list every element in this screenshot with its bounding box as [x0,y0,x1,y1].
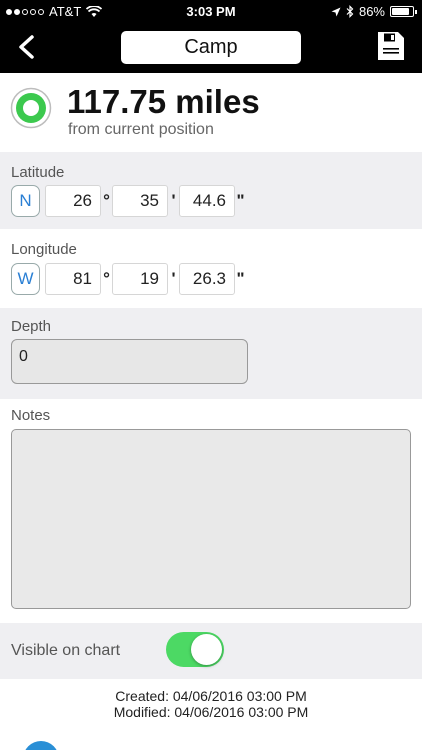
modified-date: Modified: 04/06/2016 03:00 PM [113,704,309,720]
created-date: Created: 04/06/2016 03:00 PM [115,688,307,704]
degree-symbol: ° [103,191,110,210]
visibility-section: Visible on chart [0,623,422,679]
distance-subtitle: from current position [68,121,214,138]
save-icon [378,32,404,60]
dates-info: Created: 04/06/2016 03:00 PM Modified: 0… [0,688,422,720]
latitude-degrees-field[interactable]: 26 [45,185,101,217]
distance-value: 117.75 miles [67,83,260,120]
minute-symbol: ' [171,191,176,210]
minute-symbol: ' [171,269,176,288]
degree-symbol: ° [103,269,110,288]
battery-percent: 86% [358,4,385,19]
latitude-hemisphere-button[interactable]: N [11,185,40,217]
longitude-seconds-field[interactable]: 26.3 [179,263,235,295]
notes-section: Notes [0,399,422,623]
longitude-section: Longitude W 81 ° 19 ' 26.3 " [0,229,422,308]
waypoint-name-field[interactable]: Camp [121,31,301,64]
toggle-knob [191,634,222,665]
back-button[interactable] [12,32,42,62]
visible-on-chart-label: Visible on chart [11,642,121,659]
depth-field[interactable]: 0 [11,339,248,384]
longitude-row: W 81 ° 19 ' 26.3 " [11,263,246,295]
status-right: 86% [331,4,417,19]
second-symbol: " [236,269,245,288]
battery-icon [390,6,417,17]
bluetooth-icon [346,5,354,18]
longitude-hemisphere-button[interactable]: W [11,263,40,295]
longitude-label: Longitude [11,241,77,258]
longitude-degrees-field[interactable]: 81 [45,263,101,295]
save-button[interactable] [377,31,405,61]
latitude-minutes-field[interactable]: 35 [112,185,168,217]
waypoint-target-icon [10,87,52,129]
notes-field[interactable] [11,429,411,609]
status-bar: AT&T 3:03 PM 86% [0,0,422,24]
notes-label: Notes [11,407,51,424]
longitude-minutes-field[interactable]: 19 [112,263,168,295]
depth-label: Depth [11,318,52,335]
latitude-row: N 26 ° 35 ' 44.6 " [11,185,246,217]
chevron-left-icon [19,35,34,59]
latitude-label: Latitude [11,164,65,181]
visible-on-chart-toggle[interactable] [166,632,224,667]
distance-header: 117.75 miles from current position [0,73,422,152]
latitude-section: Latitude N 26 ° 35 ' 44.6 " [0,152,422,229]
second-symbol: " [236,191,245,210]
bottom-action-button[interactable] [23,741,59,750]
nav-bar: Camp [0,24,422,73]
location-arrow-icon [331,7,341,16]
depth-section: Depth 0 [0,308,422,399]
latitude-seconds-field[interactable]: 44.6 [179,185,235,217]
